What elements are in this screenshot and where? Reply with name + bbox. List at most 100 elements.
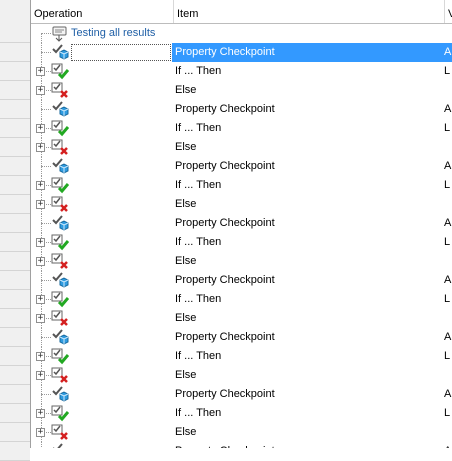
expand-toggle[interactable]: +: [36, 238, 45, 247]
item-cell[interactable]: Property Checkpoint: [172, 442, 441, 448]
expand-toggle[interactable]: +: [36, 86, 45, 95]
third-column-cell[interactable]: L: [441, 290, 452, 309]
operation-cell[interactable]: +: [31, 404, 171, 423]
operation-cell[interactable]: +: [31, 309, 171, 328]
row-header[interactable]: [0, 347, 30, 366]
table-row[interactable]: + Else: [31, 138, 452, 157]
row-header[interactable]: [0, 100, 30, 119]
table-row[interactable]: + If ... Then L: [31, 290, 452, 309]
expand-toggle[interactable]: +: [36, 257, 45, 266]
row-header[interactable]: [0, 404, 30, 423]
operation-cell[interactable]: +: [31, 138, 171, 157]
item-cell[interactable]: Else: [172, 309, 441, 328]
table-row[interactable]: + If ... Then L: [31, 176, 452, 195]
third-column-cell[interactable]: L: [441, 233, 452, 252]
row-header[interactable]: [0, 271, 30, 290]
row-header[interactable]: [0, 366, 30, 385]
expand-toggle[interactable]: +: [36, 67, 45, 76]
third-column-cell[interactable]: L: [441, 119, 452, 138]
expand-toggle[interactable]: +: [36, 352, 45, 361]
table-row[interactable]: + Else: [31, 81, 452, 100]
third-column-cell[interactable]: A: [441, 157, 452, 176]
table-row[interactable]: Property CheckpointA: [31, 157, 452, 176]
operation-cell[interactable]: +: [31, 62, 171, 81]
table-row[interactable]: + If ... Then L: [31, 119, 452, 138]
item-cell[interactable]: If ... Then: [172, 62, 441, 81]
table-row[interactable]: + Else: [31, 423, 452, 442]
third-column-cell[interactable]: [441, 366, 452, 385]
operation-cell[interactable]: +: [31, 347, 171, 366]
third-column-cell[interactable]: A: [441, 100, 452, 119]
item-cell[interactable]: Else: [172, 423, 441, 442]
row-header[interactable]: [0, 252, 30, 271]
third-column-cell[interactable]: A: [441, 385, 452, 404]
row-header[interactable]: [0, 24, 30, 43]
item-cell[interactable]: Else: [172, 252, 441, 271]
third-column-cell[interactable]: [441, 423, 452, 442]
table-row[interactable]: + If ... Then L: [31, 347, 452, 366]
table-row[interactable]: + If ... Then L: [31, 233, 452, 252]
item-cell[interactable]: Else: [172, 195, 441, 214]
row-header[interactable]: [0, 138, 30, 157]
operation-cell[interactable]: +: [31, 195, 171, 214]
third-column-cell[interactable]: A: [441, 214, 452, 233]
operation-cell[interactable]: [31, 442, 171, 448]
table-row[interactable]: Property CheckpointA: [31, 328, 452, 347]
row-header[interactable]: [0, 43, 30, 62]
table-row[interactable]: Property CheckpointA: [31, 214, 452, 233]
table-row[interactable]: Property CheckpointA: [31, 442, 452, 448]
table-row[interactable]: + Else: [31, 309, 452, 328]
table-row[interactable]: Testing all results: [31, 24, 452, 43]
table-row[interactable]: + Else: [31, 195, 452, 214]
item-cell[interactable]: If ... Then: [172, 233, 441, 252]
operation-cell[interactable]: [31, 157, 171, 176]
item-cell[interactable]: Property Checkpoint: [172, 100, 441, 119]
operation-cell[interactable]: +: [31, 233, 171, 252]
operation-cell[interactable]: +: [31, 81, 171, 100]
operation-cell[interactable]: [31, 271, 171, 290]
item-cell[interactable]: Else: [172, 81, 441, 100]
third-column-cell[interactable]: L: [441, 62, 452, 81]
table-row[interactable]: + If ... Then L: [31, 62, 452, 81]
operation-cell[interactable]: [31, 214, 171, 233]
operation-cell[interactable]: Testing all results: [31, 24, 171, 43]
operation-cell[interactable]: +: [31, 290, 171, 309]
operation-cell[interactable]: +: [31, 366, 171, 385]
item-cell[interactable]: If ... Then: [172, 290, 441, 309]
expand-toggle[interactable]: +: [36, 200, 45, 209]
expand-toggle[interactable]: +: [36, 124, 45, 133]
row-header[interactable]: [0, 385, 30, 404]
item-cell[interactable]: Property Checkpoint: [172, 385, 441, 404]
table-row[interactable]: Property CheckpointA: [31, 43, 452, 62]
third-column-cell[interactable]: A: [441, 328, 452, 347]
row-header[interactable]: [0, 423, 30, 442]
expand-toggle[interactable]: +: [36, 314, 45, 323]
third-column-cell[interactable]: A: [441, 271, 452, 290]
table-row[interactable]: + Else: [31, 366, 452, 385]
operation-cell[interactable]: [31, 43, 171, 62]
row-header[interactable]: [0, 290, 30, 309]
third-column-cell[interactable]: [441, 24, 452, 43]
expand-toggle[interactable]: +: [36, 295, 45, 304]
third-column-cell[interactable]: L: [441, 404, 452, 423]
operation-cell[interactable]: +: [31, 176, 171, 195]
operation-cell[interactable]: +: [31, 119, 171, 138]
expand-toggle[interactable]: +: [36, 371, 45, 380]
item-cell[interactable]: Property Checkpoint: [172, 271, 441, 290]
operation-cell[interactable]: [31, 385, 171, 404]
row-header[interactable]: [0, 328, 30, 347]
row-header[interactable]: [0, 195, 30, 214]
item-cell[interactable]: Property Checkpoint: [172, 214, 441, 233]
table-row[interactable]: + Else: [31, 252, 452, 271]
row-header[interactable]: [0, 119, 30, 138]
operation-cell[interactable]: +: [31, 423, 171, 442]
operation-cell[interactable]: [31, 100, 171, 119]
expand-toggle[interactable]: +: [36, 409, 45, 418]
table-row[interactable]: Property CheckpointA: [31, 385, 452, 404]
item-cell[interactable]: [172, 24, 441, 43]
table-row[interactable]: + If ... Then L: [31, 404, 452, 423]
group-label[interactable]: Testing all results: [71, 24, 155, 43]
expand-toggle[interactable]: +: [36, 428, 45, 437]
row-header[interactable]: [0, 233, 30, 252]
third-column-cell[interactable]: L: [441, 176, 452, 195]
